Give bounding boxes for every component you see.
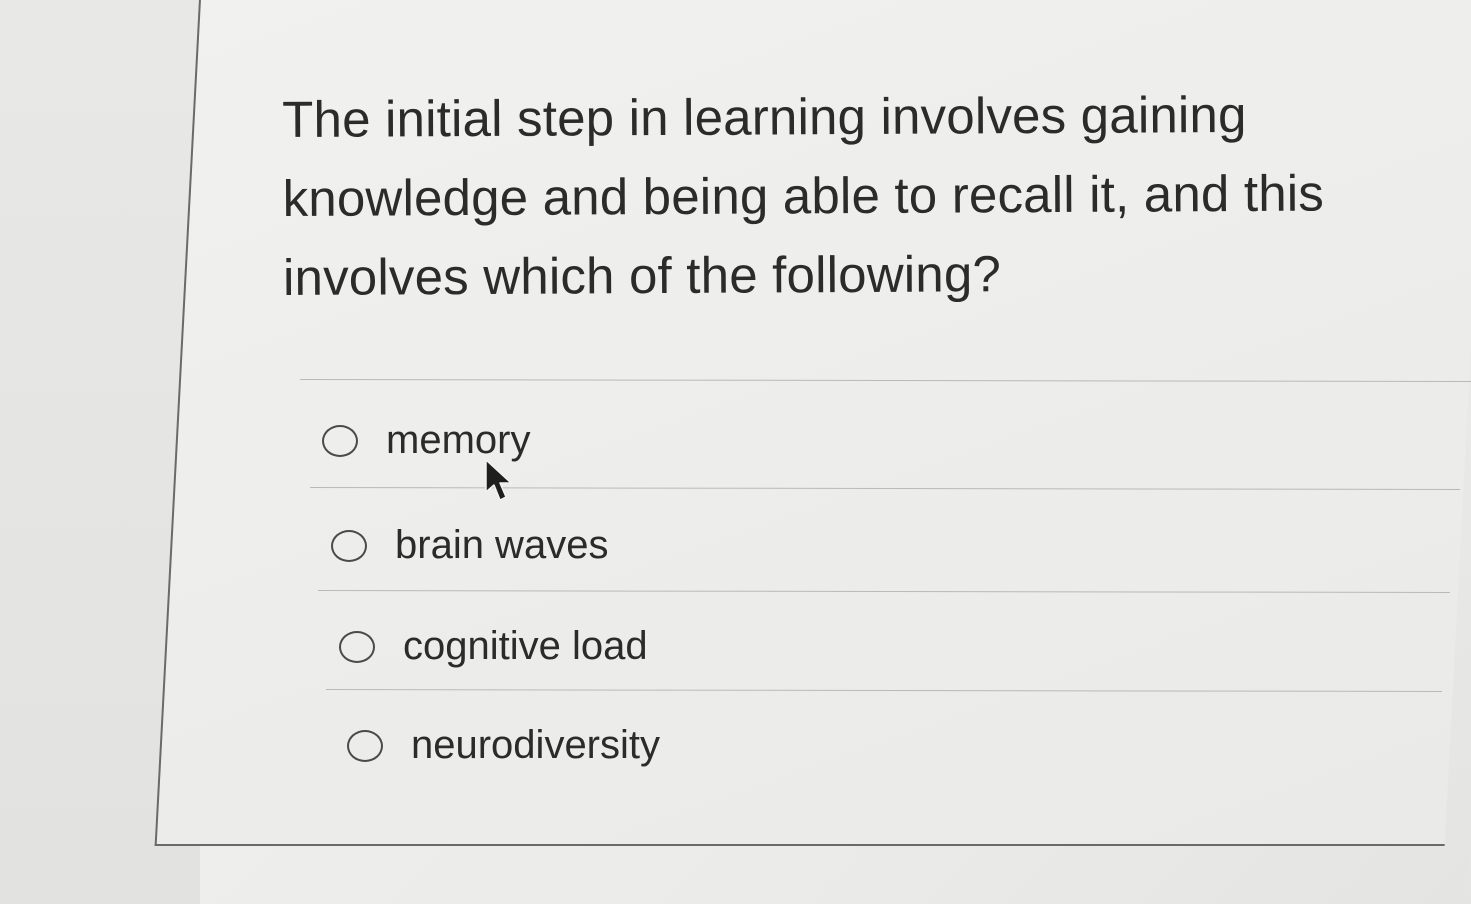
option-memory[interactable]: memory [322, 418, 530, 463]
option-cognitive-load[interactable]: cognitive load [339, 624, 648, 669]
option-label: cognitive load [403, 624, 648, 668]
option-neurodiversity[interactable]: neurodiversity [347, 723, 660, 768]
option-brain-waves[interactable]: brain waves [331, 523, 608, 568]
question-text: The initial step in learning involves ga… [282, 85, 1325, 306]
option-label: neurodiversity [411, 723, 661, 767]
radio-button[interactable] [347, 729, 383, 762]
radio-button[interactable] [322, 424, 358, 457]
option-label: brain waves [395, 523, 609, 567]
option-label: memory [386, 418, 531, 462]
radio-button[interactable] [331, 529, 367, 562]
radio-button[interactable] [339, 630, 375, 663]
mouse-pointer-icon [485, 459, 512, 501]
